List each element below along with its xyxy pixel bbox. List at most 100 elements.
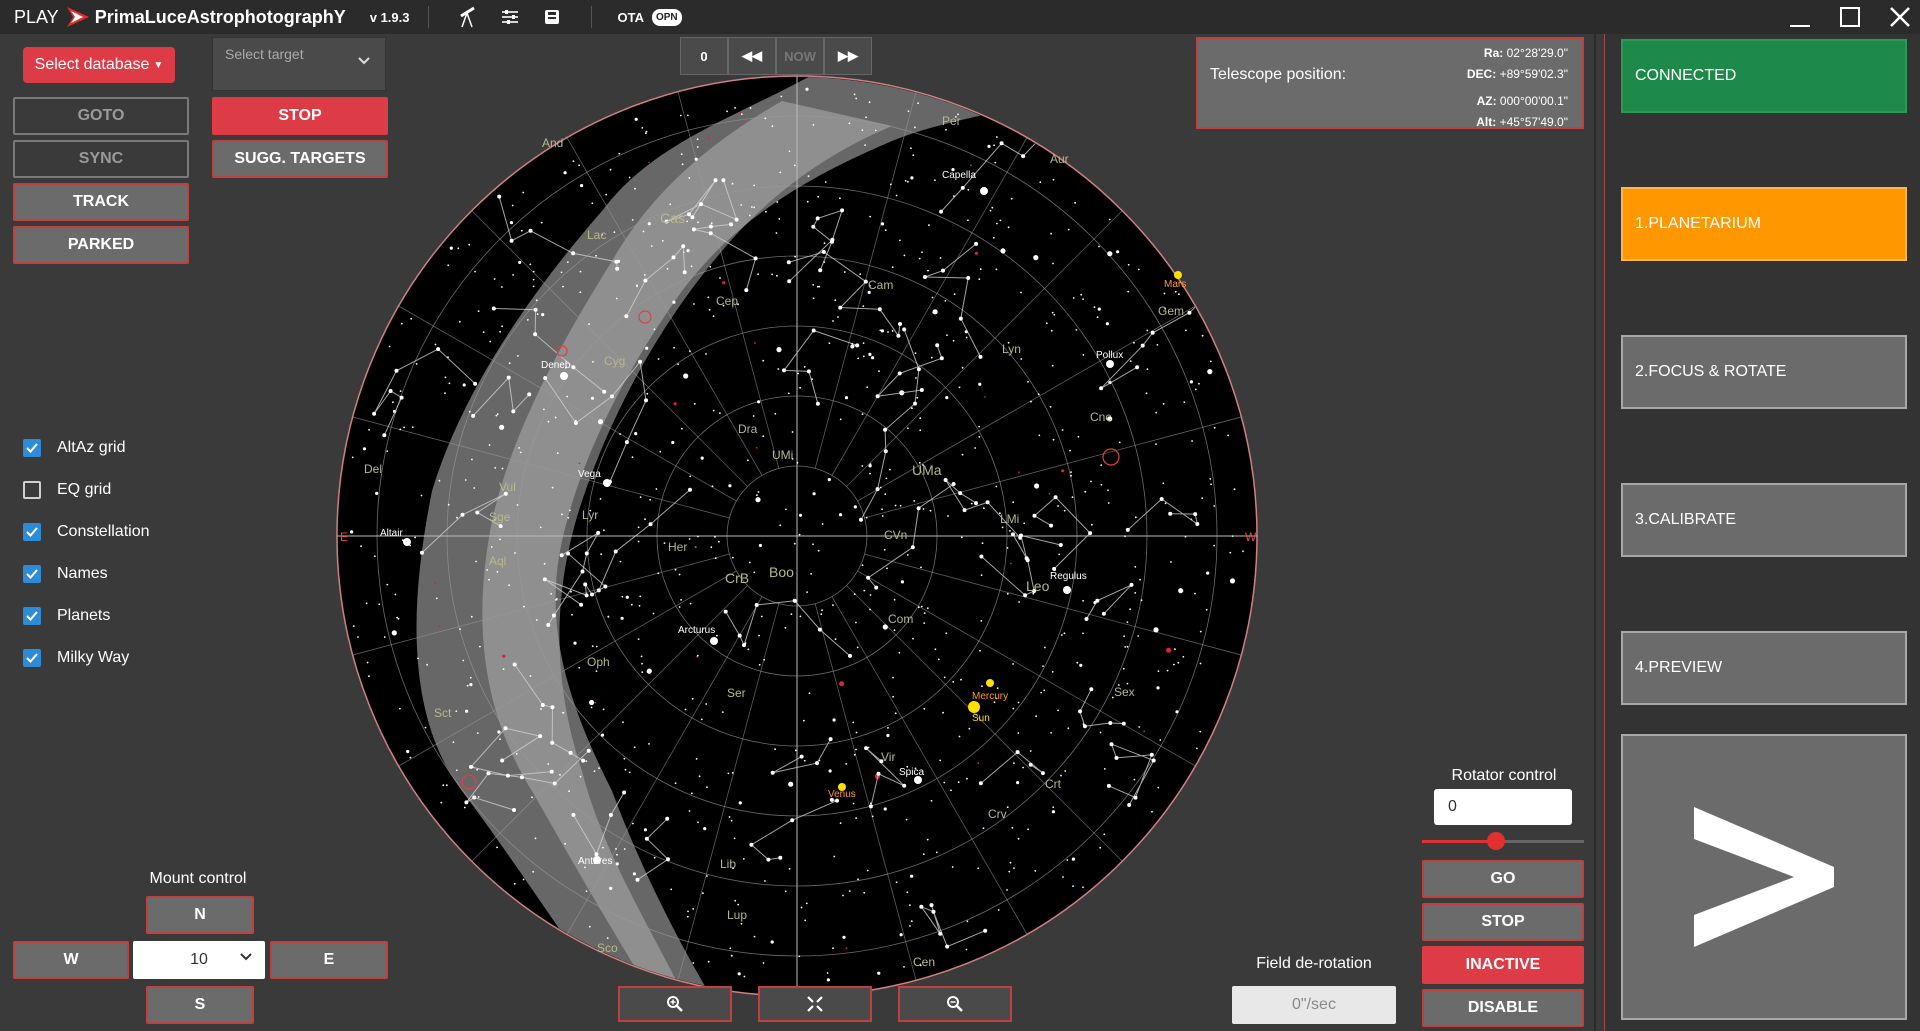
star	[579, 270, 582, 273]
star	[931, 296, 934, 299]
planet-marker[interactable]	[968, 701, 980, 713]
select-database-button[interactable]: Select database ▼	[23, 47, 175, 83]
star	[1075, 329, 1078, 331]
telescope-position-box: Telescope position: Ra: 02°28'29.0" DEC:…	[1196, 37, 1584, 129]
rotator-inactive-button[interactable]: INACTIVE	[1422, 946, 1584, 984]
star	[918, 257, 921, 260]
checkbox-checked-icon[interactable]	[23, 565, 41, 583]
step-focus-rotate[interactable]: 2.FOCUS & ROTATE	[1621, 335, 1907, 409]
star	[1020, 358, 1023, 360]
star	[1066, 859, 1069, 861]
maximize-icon[interactable]	[1830, 0, 1870, 34]
star	[721, 711, 724, 713]
bright-star-marker	[403, 538, 411, 546]
star	[1052, 806, 1055, 808]
checkbox-checked-icon[interactable]	[23, 523, 41, 541]
option-altaz-grid[interactable]: AltAz grid	[23, 427, 150, 469]
star	[1205, 608, 1208, 611]
option-planets[interactable]: Planets	[23, 595, 150, 637]
fast-forward-icon[interactable]: ▶▶	[824, 37, 872, 75]
sync-button[interactable]: SYNC	[13, 140, 189, 178]
zoom-in-icon[interactable]	[618, 986, 732, 1022]
rotator-go-button[interactable]: GO	[1422, 860, 1584, 898]
field-derotation-rate: 0"/sec	[1232, 986, 1396, 1024]
sliders-icon[interactable]	[498, 5, 522, 29]
constellation-name: Del	[364, 462, 382, 476]
step-planetarium[interactable]: 1.PLANETARIUM	[1621, 187, 1907, 261]
planetarium-sky-map[interactable]: E W And Per Aur Cas Cep Cam Lac Cyg Lyn Gem Dra UMi UM…	[332, 71, 1262, 1001]
goto-button[interactable]: GOTO	[13, 97, 189, 135]
star	[1050, 732, 1052, 734]
now-button[interactable]: NOW	[776, 37, 824, 75]
mount-north-button[interactable]: N	[146, 896, 254, 934]
constellation-star	[723, 609, 728, 614]
rewind-icon[interactable]: ◀◀	[728, 37, 776, 75]
close-icon[interactable]	[1880, 0, 1920, 34]
fit-view-icon[interactable]	[758, 986, 872, 1022]
star	[396, 616, 398, 619]
star	[669, 203, 672, 206]
time-controls: 0 ◀◀ NOW ▶▶	[680, 37, 874, 75]
constellation-star	[608, 813, 613, 817]
mount-south-button[interactable]: S	[146, 986, 254, 1024]
star	[556, 452, 559, 455]
constellation-star	[573, 421, 578, 425]
constellation-name: UMa	[912, 462, 942, 478]
checkbox-checked-icon[interactable]	[23, 649, 41, 667]
next-step-button[interactable]	[1621, 734, 1907, 1020]
checkbox-unchecked-icon[interactable]	[23, 481, 41, 499]
star	[790, 613, 793, 615]
star	[684, 708, 687, 711]
star	[1183, 401, 1186, 403]
constellation-star	[896, 333, 901, 338]
star	[466, 684, 469, 687]
chevron-down-icon	[358, 57, 370, 65]
star	[943, 676, 946, 679]
star	[909, 925, 911, 927]
star	[730, 954, 733, 957]
constellation-star	[1109, 742, 1114, 747]
star	[689, 602, 692, 605]
star	[399, 428, 402, 431]
telescope-icon[interactable]	[456, 5, 480, 29]
constellation-star	[962, 508, 967, 513]
mount-step-select[interactable]: 10	[133, 941, 265, 979]
mount-west-button[interactable]: W	[13, 941, 129, 979]
option-names[interactable]: Names	[23, 553, 150, 595]
star	[1175, 710, 1179, 714]
opn-badge[interactable]: OPN	[651, 8, 682, 26]
option-constellation[interactable]: Constellation	[23, 511, 150, 553]
minimize-icon[interactable]	[1780, 0, 1820, 34]
rotator-slider[interactable]	[1422, 832, 1584, 850]
star	[1034, 870, 1037, 872]
parked-button[interactable]: PARKED	[13, 226, 189, 264]
rotator-stop-button[interactable]: STOP	[1422, 903, 1584, 941]
rotator-angle-input[interactable]	[1434, 789, 1572, 825]
zoom-out-icon[interactable]	[898, 986, 1012, 1022]
star	[770, 940, 774, 944]
star	[885, 477, 888, 480]
rotator-disable-button[interactable]: DISABLE	[1422, 989, 1584, 1027]
star	[1011, 826, 1014, 829]
save-icon[interactable]	[540, 5, 564, 29]
star	[532, 278, 535, 281]
rotator-slider-thumb[interactable]	[1486, 832, 1505, 850]
step-preview[interactable]: 4.PREVIEW	[1621, 631, 1907, 705]
checkbox-checked-icon[interactable]	[23, 607, 41, 625]
option-milky-way[interactable]: Milky Way	[23, 637, 150, 679]
constellation-star	[1135, 365, 1140, 370]
step-calibrate[interactable]: 3.CALIBRATE	[1621, 483, 1907, 557]
star	[519, 451, 522, 454]
constellation-name: Lib	[720, 857, 736, 871]
checkbox-checked-icon[interactable]	[23, 439, 41, 457]
planet-marker[interactable]	[1174, 271, 1182, 279]
connected-status[interactable]: CONNECTED	[1621, 39, 1907, 113]
track-button[interactable]: TRACK	[13, 183, 189, 221]
star	[391, 630, 397, 636]
star	[980, 574, 983, 576]
option-eq-grid[interactable]: EQ grid	[23, 469, 150, 511]
time-offset-value[interactable]: 0	[680, 37, 728, 75]
star	[435, 597, 438, 600]
constellation-name: LMi	[1000, 512, 1019, 526]
planet-marker[interactable]	[986, 679, 994, 687]
